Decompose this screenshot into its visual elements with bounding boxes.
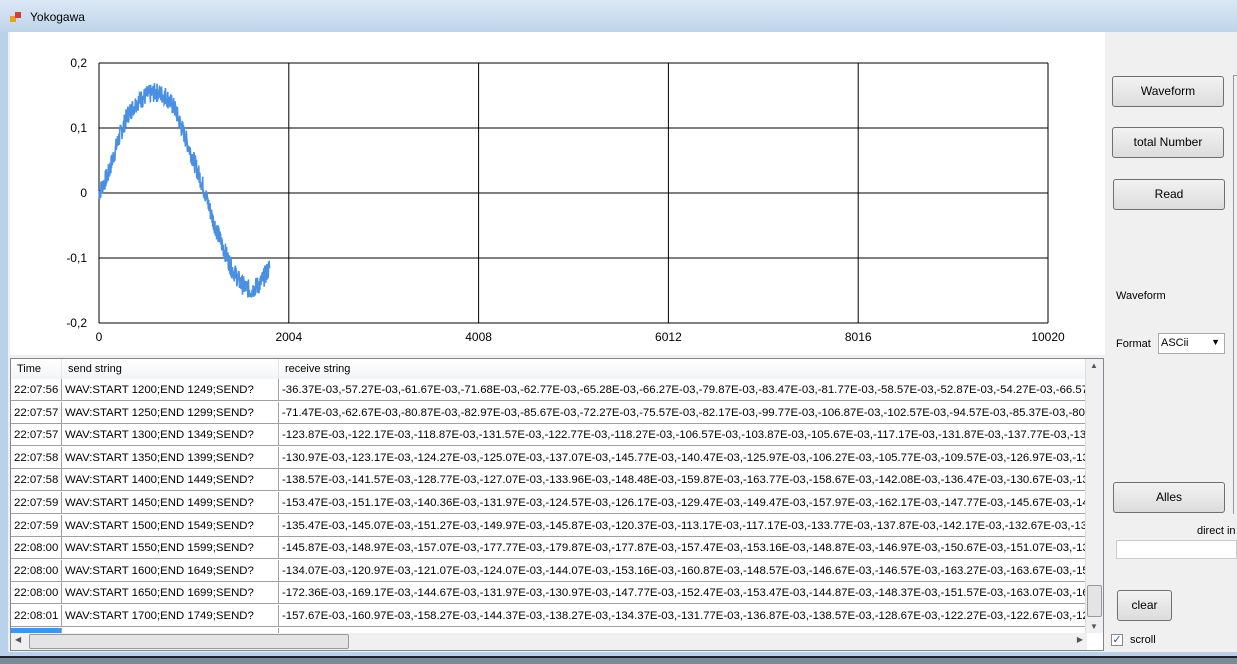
window-title: Yokogawa <box>30 10 85 24</box>
app-icon <box>10 12 21 22</box>
send-string-cell[interactable]: WAV:START 1350;END 1399;SEND? <box>62 446 279 469</box>
time-cell[interactable]: 22:07:58 <box>11 446 62 469</box>
scroll-thumb[interactable] <box>1087 585 1102 617</box>
log-table[interactable]: Time send string receive string 22:07:56… <box>10 358 1104 651</box>
y-tick-label: 0,1 <box>70 121 87 135</box>
receive-string-cell[interactable]: -123.87E-03,-122.17E-03,-118.87E-03,-131… <box>279 424 1087 447</box>
x-tick-label: 6012 <box>655 330 682 344</box>
time-cell[interactable]: 22:08:01 <box>11 605 62 627</box>
x-tick-label: 4008 <box>465 330 492 344</box>
total-number-button[interactable]: total Number <box>1112 127 1224 158</box>
receive-string-cell[interactable]: -138.57E-03,-141.57E-03,-128.77E-03,-127… <box>279 469 1087 492</box>
table-row[interactable]: 22:07:59 WAV:START 1500;END 1549;SEND? -13… <box>11 514 1087 537</box>
waveform-button[interactable]: Waveform <box>1112 76 1224 107</box>
horizontal-scrollbar[interactable]: ◀ ▶ <box>11 633 1087 650</box>
receive-string-cell[interactable]: -130.97E-03,-123.17E-03,-124.27E-03,-125… <box>279 446 1087 469</box>
chart-svg: 0 2004 4008 6012 8016 10020 0,2 0,1 0 -0,1 -0,2 <box>66 56 1065 344</box>
send-string-cell[interactable]: WAV:START 1200;END 1249;SEND? <box>62 379 279 401</box>
direct-in-label: direct in <box>1197 525 1236 537</box>
time-cell[interactable]: 22:07:57 <box>11 424 62 447</box>
send-string-cell[interactable]: WAV:START 1400;END 1449;SEND? <box>62 469 279 492</box>
send-string-cell[interactable]: WAV:START 1650;END 1699;SEND? <box>62 582 279 605</box>
time-cell[interactable]: 22:07:59 <box>11 514 62 537</box>
receive-string-cell[interactable]: -135.47E-03,-145.07E-03,-151.27E-03,-149… <box>279 514 1087 537</box>
table-row[interactable]: 22:08:00 WAV:START 1650;END 1699;SEND? -17… <box>11 582 1087 605</box>
x-tick-label: 8016 <box>845 330 872 344</box>
scroll-right-arrow[interactable]: ▶ <box>1077 635 1083 644</box>
y-tick-label: 0,2 <box>70 56 87 70</box>
waveform-chart: 0 2004 4008 6012 8016 10020 0,2 0,1 0 -0,1 -0,2 <box>10 32 1105 355</box>
send-string-cell[interactable]: WAV:START 1500;END 1549;SEND? <box>62 514 279 537</box>
x-tick-label: 10020 <box>1031 330 1065 344</box>
alles-button[interactable]: Alles <box>1113 482 1225 513</box>
time-cell[interactable]: 22:08:00 <box>11 537 62 560</box>
waveform-label: Waveform <box>1116 290 1166 302</box>
time-cell[interactable]: 22:07:56 <box>11 379 62 401</box>
receive-string-cell[interactable]: -134.07E-03,-120.97E-03,-121.07E-03,-124… <box>279 559 1087 582</box>
receive-string-cell[interactable]: -71.47E-03,-62.67E-03,-80.87E-03,-82.97E… <box>279 401 1087 424</box>
table-row[interactable]: 22:07:59 WAV:START 1450;END 1499;SEND? -15… <box>11 492 1087 514</box>
scroll-up-arrow[interactable]: ▲ <box>1090 361 1098 370</box>
time-cell[interactable]: 22:08:00 <box>11 582 62 605</box>
scroll-down-arrow[interactable]: ▼ <box>1090 622 1098 631</box>
scroll-checkbox-label: scroll <box>1130 634 1156 646</box>
table-row[interactable]: 22:07:57 WAV:START 1300;END 1349;SEND? -12… <box>11 424 1087 447</box>
direct-in-input[interactable] <box>1116 540 1237 559</box>
waveform-series-line <box>98 83 271 298</box>
time-cell[interactable]: 22:07:58 <box>11 469 62 492</box>
receive-string-cell[interactable]: -145.87E-03,-148.97E-03,-157.07E-03,-177… <box>279 537 1087 560</box>
title-bar: Yokogawa <box>0 0 1237 32</box>
x-tick-label: 0 <box>96 330 103 344</box>
time-cell[interactable]: 22:07:57 <box>11 401 62 424</box>
app-window: Yokogawa 0 2004 4008 6012 8016 10020 0,2 0,1 0 -0… <box>0 0 1237 658</box>
column-header-receive-string[interactable]: receive string <box>279 359 1087 379</box>
table-row[interactable]: 22:08:00 WAV:START 1600;END 1649;SEND? -13… <box>11 559 1087 582</box>
table-row[interactable]: 22:08:01 WAV:START 1700;END 1749;SEND? -15… <box>11 605 1087 627</box>
y-tick-label: -0,2 <box>66 316 87 330</box>
format-select-value: ASCii <box>1161 337 1189 349</box>
column-header-time[interactable]: Time <box>11 359 62 379</box>
column-header-send-string[interactable]: send string <box>62 359 279 379</box>
hscroll-thumb[interactable] <box>29 634 349 649</box>
receive-string-cell[interactable]: -153.47E-03,-151.17E-03,-140.36E-03,-131… <box>279 492 1087 514</box>
table-row[interactable]: 22:07:58 WAV:START 1400;END 1449;SEND? -13… <box>11 469 1087 492</box>
receive-string-cell[interactable]: -172.36E-03,-169.17E-03,-144.67E-03,-131… <box>279 582 1087 605</box>
send-string-cell[interactable]: WAV:START 1700;END 1749;SEND? <box>62 605 279 627</box>
read-button[interactable]: Read <box>1113 179 1225 210</box>
clear-button[interactable]: clear <box>1117 590 1172 621</box>
group-box-border <box>1233 75 1237 514</box>
send-string-cell[interactable]: WAV:START 1550;END 1599;SEND? <box>62 537 279 560</box>
y-tick-label: -0,1 <box>66 251 87 265</box>
y-tick-label: 0 <box>80 186 87 200</box>
chevron-down-icon: ▼ <box>1211 337 1220 347</box>
receive-string-cell[interactable]: -36.37E-03,-57.27E-03,-61.67E-03,-71.68E… <box>279 379 1087 401</box>
format-select[interactable]: ASCii ▼ <box>1158 333 1225 354</box>
scroll-left-arrow[interactable]: ◀ <box>15 635 21 644</box>
send-string-cell[interactable]: WAV:START 1300;END 1349;SEND? <box>62 424 279 447</box>
time-cell[interactable]: 22:08:00 <box>11 559 62 582</box>
time-cell[interactable]: 22:07:59 <box>11 492 62 514</box>
send-string-cell[interactable]: WAV:START 1450;END 1499;SEND? <box>62 492 279 514</box>
send-string-cell[interactable]: WAV:START 1250;END 1299;SEND? <box>62 401 279 424</box>
table-row[interactable]: 22:07:58 WAV:START 1350;END 1399;SEND? -13… <box>11 446 1087 469</box>
table-row[interactable]: 22:08:00 WAV:START 1550;END 1599;SEND? -14… <box>11 537 1087 560</box>
vertical-scrollbar[interactable]: ▲ ▼ <box>1085 359 1103 633</box>
receive-string-cell[interactable]: -157.67E-03,-160.97E-03,-158.27E-03,-144… <box>279 605 1087 627</box>
table-row[interactable]: 22:07:57 WAV:START 1250;END 1299;SEND? -71… <box>11 401 1087 424</box>
send-string-cell[interactable]: WAV:START 1600;END 1649;SEND? <box>62 559 279 582</box>
format-label: Format <box>1116 338 1151 350</box>
scroll-checkbox[interactable]: ✓ <box>1111 634 1123 646</box>
x-tick-label: 2004 <box>275 330 302 344</box>
table-row[interactable]: 22:07:56 WAV:START 1200;END 1249;SEND? -36… <box>11 379 1087 401</box>
